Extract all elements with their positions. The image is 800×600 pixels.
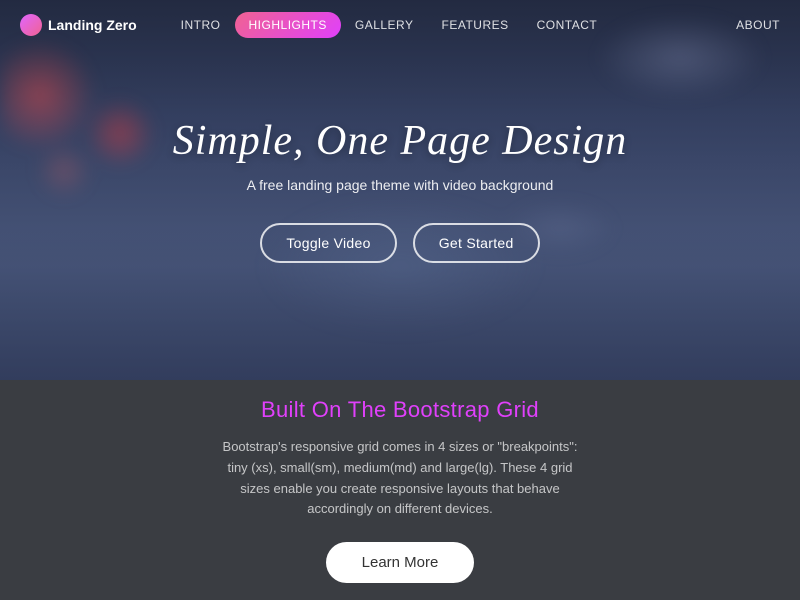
learn-more-button[interactable]: Learn More	[326, 542, 475, 583]
brand-label: Landing Zero	[48, 17, 137, 33]
get-started-button[interactable]: Get Started	[413, 223, 540, 263]
brand-logo[interactable]: Landing Zero	[20, 14, 137, 36]
navbar: Landing Zero INTRO HIGHLIGHTS GALLERY FE…	[0, 0, 800, 50]
bottom-section: Built On The Bootstrap Grid Bootstrap's …	[0, 380, 800, 600]
bottom-title: Built On The Bootstrap Grid	[261, 397, 539, 423]
hero-content: Simple, One Page Design A free landing p…	[173, 117, 628, 263]
hero-title: Simple, One Page Design	[173, 117, 628, 165]
nav-item-about[interactable]: ABOUT	[736, 18, 780, 32]
toggle-video-button[interactable]: Toggle Video	[260, 223, 396, 263]
hero-section: Simple, One Page Design A free landing p…	[0, 0, 800, 380]
nav-item-features[interactable]: FEATURES	[428, 12, 523, 38]
hero-buttons: Toggle Video Get Started	[173, 223, 628, 263]
nav-links: INTRO HIGHLIGHTS GALLERY FEATURES CONTAC…	[167, 12, 736, 38]
nav-item-gallery[interactable]: GALLERY	[341, 12, 428, 38]
hero-subtitle: A free landing page theme with video bac…	[173, 177, 628, 193]
brand-circle-icon	[20, 14, 42, 36]
nav-item-highlights[interactable]: HIGHLIGHTS	[235, 12, 341, 38]
nav-item-intro[interactable]: INTRO	[167, 12, 235, 38]
nav-item-contact[interactable]: CONTACT	[523, 12, 612, 38]
bottom-description: Bootstrap's responsive grid comes in 4 s…	[220, 437, 580, 520]
